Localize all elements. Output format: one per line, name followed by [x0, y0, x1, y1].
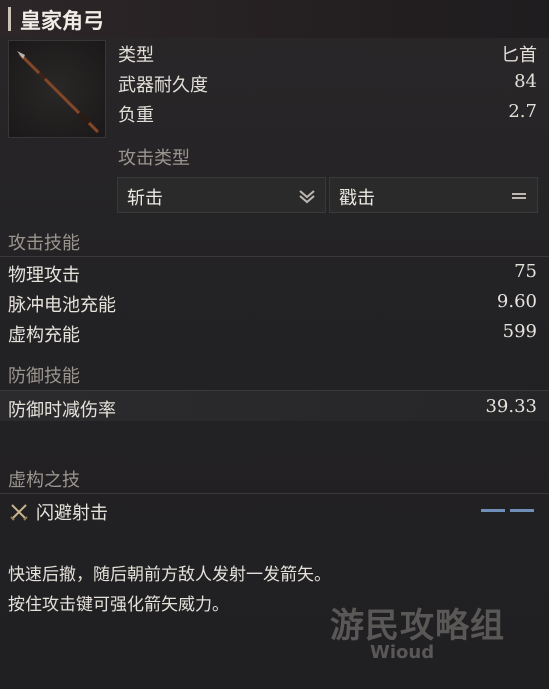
title-accent-bar	[8, 7, 11, 31]
prop-label-durability: 武器耐久度	[118, 75, 208, 96]
item-header: 皇家角弓	[0, 0, 549, 38]
crossed-swords-icon	[10, 504, 28, 521]
stat-label-fable-charge: 虚构充能	[8, 325, 80, 346]
weapon-thumbnail	[8, 40, 106, 138]
watermark-title: 游民攻略组	[330, 606, 505, 646]
prop-value-durability: 84	[514, 71, 537, 92]
spear-icon	[17, 51, 99, 133]
attack-type-heading: 攻击类型	[118, 148, 190, 169]
watermark-subtitle: Wioud	[370, 642, 435, 663]
stat-value-fable-charge: 599	[502, 321, 537, 342]
section-divider	[0, 256, 549, 257]
attack-skills-heading: 攻击技能	[8, 233, 80, 254]
stat-value-pulse-charge: 9.60	[496, 291, 537, 312]
defense-skills-heading: 防御技能	[8, 366, 80, 387]
skill-description-line-1: 快速后撤，随后朝前方敌人发射一发箭矢。	[8, 565, 331, 585]
prop-label-weight: 负重	[118, 105, 154, 126]
prop-label-type: 类型	[118, 45, 154, 66]
stat-label-pulse-charge: 脉冲电池充能	[8, 295, 116, 316]
attack-type-primary-select[interactable]: 斩击	[117, 177, 326, 213]
skill-description-line-2: 按住攻击键可强化箭矢威力。	[8, 595, 229, 615]
prop-value-weight: 2.7	[508, 101, 537, 122]
stat-value-physical-attack: 75	[514, 261, 537, 282]
equals-icon	[512, 193, 526, 199]
section-divider	[0, 493, 549, 494]
prop-value-type: 匕首	[501, 45, 537, 66]
stat-label-guard-reduction: 防御时减伤率	[8, 400, 116, 421]
fable-cost-bar	[510, 509, 534, 512]
fable-cost-bar	[481, 509, 505, 512]
attack-type-secondary-label: 戳击	[339, 188, 375, 209]
watermark-logo: 游民攻略组 Wioud	[330, 598, 530, 670]
fable-art-name: 闪避射击	[36, 503, 108, 524]
stat-label-physical-attack: 物理攻击	[8, 265, 80, 286]
attack-type-secondary-select[interactable]: 戳击	[329, 177, 538, 213]
fable-art-heading: 虚构之技	[8, 470, 80, 491]
item-title: 皇家角弓	[20, 9, 104, 33]
stat-value-guard-reduction: 39.33	[485, 396, 537, 417]
attack-type-primary-label: 斩击	[127, 188, 163, 209]
section-divider	[0, 390, 549, 391]
double-chevron-down-icon	[299, 190, 315, 204]
